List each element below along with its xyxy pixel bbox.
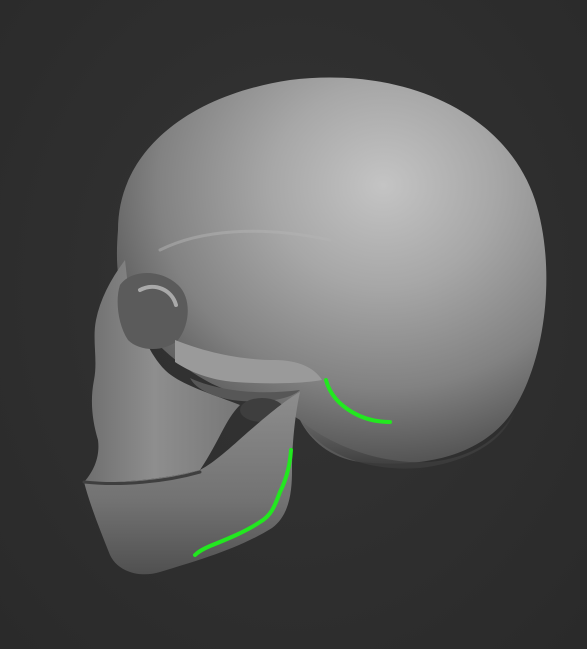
- sculpt-viewport[interactable]: [0, 0, 587, 649]
- orbit-rim: [117, 272, 188, 349]
- skull-model[interactable]: [0, 0, 587, 649]
